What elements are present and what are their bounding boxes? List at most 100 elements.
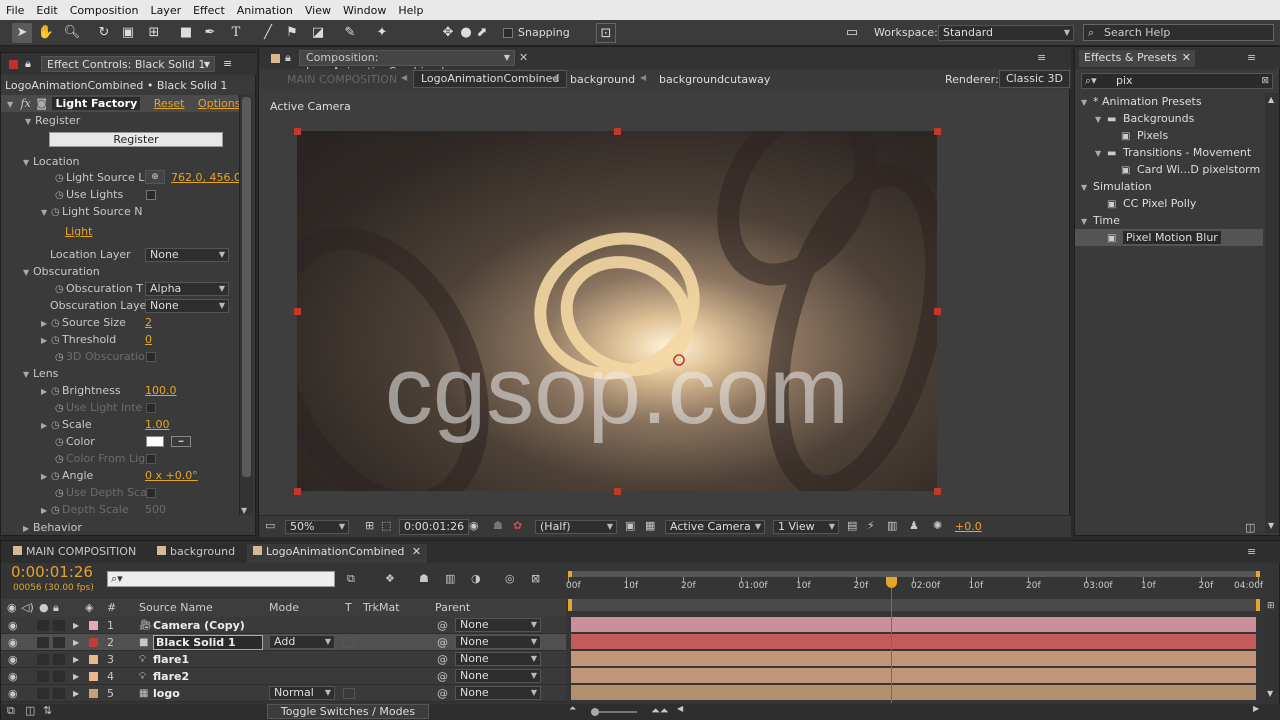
clone-stamp-tool-icon[interactable]: ⚑ — [282, 23, 302, 43]
timeline-layer-row[interactable]: ◉ ▶ 4 💡︎ flare2 @ None — [1, 668, 566, 685]
bounding-handle[interactable] — [614, 128, 621, 135]
collapse-icon[interactable]: ▼ — [7, 96, 17, 113]
local-axis-mode-icon[interactable]: ✥ — [438, 23, 458, 43]
layer-duration-bar[interactable] — [571, 617, 1256, 632]
layer-name[interactable]: flare1 — [153, 651, 189, 668]
region-of-interest-icon[interactable]: ⬚ — [381, 519, 391, 532]
view-layout-select[interactable]: 1 View — [773, 520, 839, 534]
zoom-in-icon[interactable]: ⊞ — [1267, 601, 1275, 611]
work-area-start-handle[interactable] — [568, 599, 572, 611]
work-area-bar[interactable] — [568, 599, 1260, 611]
menu-effect[interactable]: Effect — [187, 4, 231, 17]
layer-label-color[interactable] — [89, 672, 98, 681]
show-snapshot-icon[interactable]: ☗ — [493, 519, 503, 532]
expand-icon[interactable]: ▶ — [41, 468, 51, 485]
puppet-pin-tool-icon[interactable]: ✦ — [372, 23, 392, 43]
timeline-layer-row[interactable]: ◉ ▶ 3 💡︎ flare1 @ None — [1, 651, 566, 668]
lock-toggle[interactable] — [53, 637, 65, 648]
timeline-icon[interactable]: ▥ — [887, 519, 897, 532]
preset-item[interactable]: ▣ Pixels — [1075, 127, 1263, 144]
view-axis-mode-icon[interactable]: ⬈ — [472, 23, 492, 43]
comp-mini-flowchart-icon[interactable]: ⧉ — [347, 572, 355, 586]
shape-tool-icon[interactable]: ■ — [176, 23, 196, 43]
pick-whip-icon[interactable]: @ — [437, 634, 448, 651]
expand-icon[interactable]: ▶ — [73, 634, 79, 651]
expand-icon[interactable]: ▼ — [25, 113, 35, 130]
scroll-down-icon[interactable]: ▼ — [1268, 521, 1274, 530]
bounding-handle[interactable] — [294, 488, 301, 495]
pick-whip-icon[interactable]: @ — [437, 651, 448, 668]
parent-select[interactable]: None — [455, 652, 541, 666]
scale-value[interactable]: 1.00 — [145, 416, 170, 433]
camera-tool-icon[interactable]: ▣ — [118, 23, 138, 43]
effect-name[interactable]: Light Factory — [52, 97, 141, 110]
eyedropper-icon[interactable]: ━ — [171, 436, 191, 447]
exposure-value[interactable]: +0.0 — [955, 520, 982, 533]
graph-editor-icon[interactable]: ◎ — [505, 572, 515, 585]
toggle-switches-modes-button[interactable]: Toggle Switches / Modes — [267, 704, 429, 719]
parent-select[interactable]: None — [455, 686, 541, 700]
layer-label-color[interactable] — [89, 621, 98, 630]
close-icon[interactable]: ✕ — [519, 51, 528, 64]
brightness-value[interactable]: 100.0 — [145, 382, 177, 399]
stopwatch-icon[interactable]: ◷ — [55, 281, 66, 298]
rotate-tool-icon[interactable]: ↻ — [94, 23, 114, 43]
light-name-value[interactable]: Light — [65, 223, 92, 240]
preset-item[interactable]: ▣ CC Pixel Polly — [1075, 195, 1263, 212]
roto-brush-tool-icon[interactable]: ✎ — [340, 23, 360, 43]
crosshair-icon[interactable]: ⊕ — [145, 170, 165, 184]
stopwatch-icon[interactable]: ◷ — [51, 383, 62, 400]
snap-options-icon[interactable]: ⊡ — [596, 23, 616, 43]
expand-icon[interactable]: ▼ — [41, 204, 51, 221]
zoom-in-mountains-icon[interactable]: ⏶⏶ — [651, 704, 669, 718]
stopwatch-icon[interactable]: ◷ — [51, 315, 62, 332]
expand-icon[interactable]: ▼ — [1081, 179, 1093, 196]
menu-edit[interactable]: Edit — [30, 4, 63, 17]
parent-select[interactable]: None — [455, 669, 541, 683]
color-from-light-checkbox[interactable] — [146, 454, 156, 464]
bounding-handle[interactable] — [294, 128, 301, 135]
toggle-pixel-aspect-icon[interactable]: ▤ — [847, 519, 857, 532]
stopwatch-icon[interactable]: ◷ — [55, 434, 66, 451]
pick-whip-icon[interactable]: @ — [437, 685, 448, 702]
timeline-tab-main-composition[interactable]: MAIN COMPOSITION — [7, 544, 142, 561]
layer-name[interactable]: logo — [153, 685, 180, 702]
scroll-down-icon[interactable]: ▼ — [1267, 689, 1273, 698]
comp-flowchart-icon[interactable]: ⧉ — [7, 704, 15, 718]
location-group[interactable]: ▼ Location — [23, 153, 80, 170]
composition-viewer[interactable]: cgsop.com — [297, 131, 937, 491]
bounding-handle[interactable] — [294, 308, 301, 315]
stopwatch-icon[interactable]: ◷ — [51, 204, 62, 221]
effects-search-input[interactable]: ⌕▾ pix ⊠ — [1081, 73, 1273, 89]
close-icon[interactable]: ✕ — [412, 545, 421, 558]
zoom-out-icon[interactable]: ⏶ — [569, 704, 576, 714]
timeline-current-time[interactable]: 0:00:01:26 — [11, 563, 93, 581]
timeline-tab-background[interactable]: background — [151, 544, 241, 561]
scroll-left-icon[interactable]: ◀ — [677, 704, 683, 713]
snapping-checkbox[interactable] — [503, 28, 513, 38]
timeline-zoom-slider[interactable] — [591, 708, 637, 716]
register-button[interactable]: Register — [49, 132, 223, 147]
pen-tool-icon[interactable]: ✒ — [200, 23, 220, 43]
eye-icon[interactable]: ◉ — [8, 634, 18, 651]
fast-preview-icon[interactable]: ⚡ — [867, 519, 875, 532]
expand-icon[interactable]: ▶ — [41, 417, 51, 434]
expand-icon[interactable]: ▶ — [41, 315, 51, 332]
layer-label-color[interactable] — [89, 655, 98, 664]
expand-icon[interactable]: ▼ — [23, 154, 33, 171]
lock-toggle[interactable] — [53, 671, 65, 682]
preset-item[interactable]: ▼ Time — [1075, 212, 1263, 229]
use-lights-checkbox[interactable] — [146, 190, 156, 200]
layer-name[interactable]: Black Solid 1 — [153, 635, 263, 650]
render-time-icon[interactable]: ◫ — [25, 704, 35, 717]
use-light-intensity-checkbox[interactable] — [146, 403, 156, 413]
composition-tab[interactable]: Composition: LogoAnimationCombined ▼ — [299, 50, 515, 78]
frame-blending-icon[interactable]: ▥ — [445, 572, 455, 585]
source-name-header[interactable]: Source Name — [139, 599, 213, 617]
zoom-slider-thumb[interactable] — [591, 708, 599, 716]
color-swatch[interactable] — [146, 436, 164, 447]
tab-menu-icon[interactable]: ≡ — [1037, 51, 1046, 64]
crumb-main-composition[interactable]: MAIN COMPOSITION — [287, 73, 397, 86]
camera-view-select[interactable]: Active Camera — [665, 520, 765, 534]
effect-controls-tab[interactable]: Effect Controls: Black Solid 1 ▼ — [41, 56, 215, 72]
